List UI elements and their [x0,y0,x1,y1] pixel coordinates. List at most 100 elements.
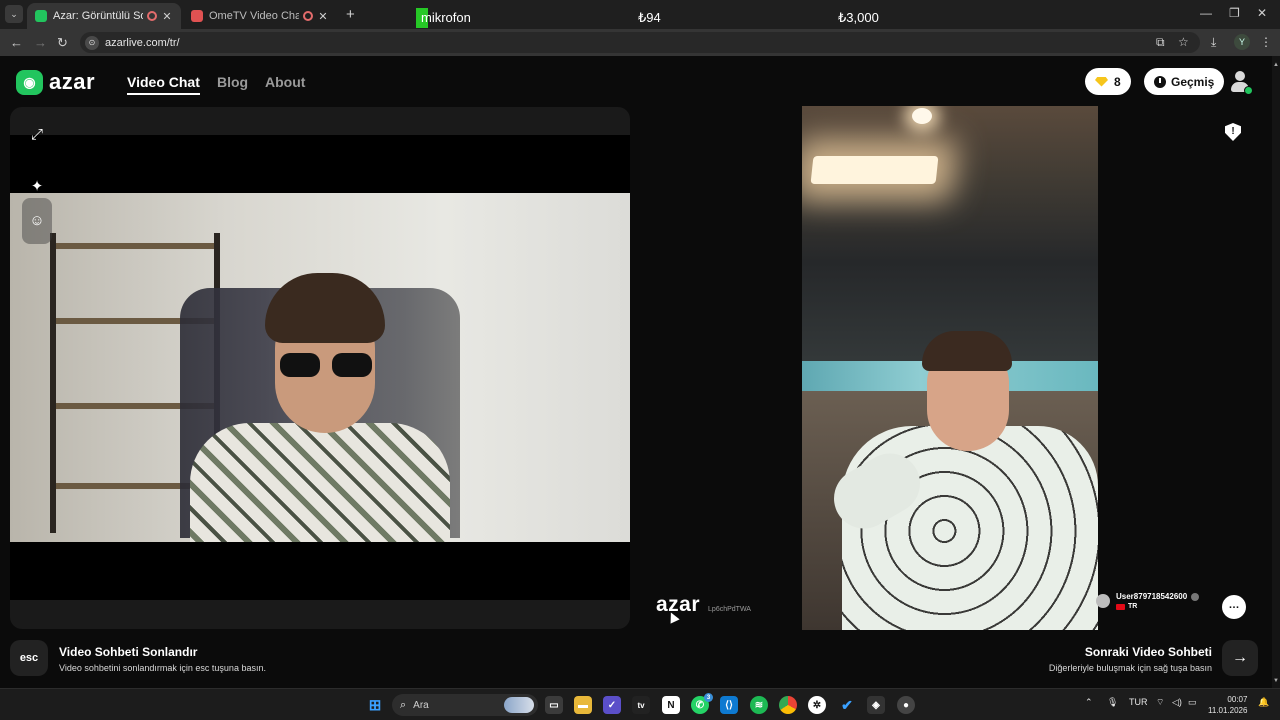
close-tab-icon[interactable]: ✕ [161,10,173,23]
close-window-icon[interactable]: ✕ [1257,6,1267,20]
overlay-stat-2: ₺3,000 [838,10,879,25]
battery-icon[interactable]: ▭ [1188,697,1197,708]
end-chat-esc-button[interactable]: esc [10,640,48,676]
download-icon[interactable]: ⤓ [1211,35,1216,50]
car-reading-light [912,108,932,124]
watermark-logo: azar [656,593,701,616]
chatgpt-icon[interactable]: ✲ [808,696,826,714]
search-highlight-image [504,697,534,713]
ometv-favicon-icon [191,10,203,22]
car-ceiling [802,106,1098,366]
partner-person [823,331,1098,630]
nav-blog[interactable]: Blog [217,74,248,90]
spotify-icon[interactable]: ≋ [750,696,768,714]
new-tab-button[interactable]: + [346,6,355,23]
tab-ometv[interactable]: OmeTV Video Chat — Ome ✕ [183,3,337,29]
sparkle-effects-icon[interactable]: ✦ [23,172,51,200]
recording-icon [303,11,313,21]
verified-badge-icon [1191,592,1200,601]
nav-about[interactable]: About [265,74,305,90]
notification-icon[interactable]: 🔔 [1258,697,1269,708]
tab-title: Azar: Görüntülü Sohbet & Y [53,10,143,22]
online-status-dot [1244,86,1253,95]
notion-icon[interactable]: N [662,696,680,714]
windows-start-icon[interactable]: ⊞ [366,696,384,714]
todo-icon[interactable]: ✔ [838,696,856,714]
partner-info[interactable]: User879718542600 TR [1096,592,1200,610]
forward-icon[interactable]: → [34,35,47,50]
whatsapp-badge: 3 [704,693,713,702]
obs-icon[interactable]: ● [897,696,915,714]
scroll-down-icon[interactable]: ▼ [1273,678,1279,684]
minimize-icon[interactable]: — [1200,6,1212,20]
gems-button[interactable]: 8 [1085,68,1131,95]
bookmark-star-icon[interactable]: ☆ [1178,35,1189,49]
nav-video-chat[interactable]: Video Chat [127,74,200,95]
task-view-icon[interactable]: ▭ [545,696,563,714]
clock-time: 00:07 [1227,695,1248,704]
search-placeholder: Ara [413,699,429,711]
url-text: azarlive.com/tr/ [105,36,180,49]
taskbar-clock[interactable]: 00:07 11.01.2026 [1208,694,1247,716]
self-video-feed [10,193,630,542]
self-person [180,273,460,542]
expand-icon[interactable]: ⤢ [23,120,51,148]
vscode-icon[interactable]: ⟨⟩ [720,696,738,714]
teams-icon[interactable]: ✓ [603,696,621,714]
history-button[interactable]: Geçmiş [1144,68,1225,95]
volume-icon[interactable]: ◁) [1172,697,1182,708]
file-explorer-icon[interactable]: ▬ [574,696,592,714]
turkey-flag-icon [1116,603,1125,610]
next-chat-title: Sonraki Video Sohbeti [1084,645,1212,659]
history-clock-icon [1154,75,1166,88]
end-chat-subtitle: Video sohbetini sonlandırmak için esc tu… [59,663,266,673]
language-indicator[interactable]: TUR [1129,697,1148,707]
next-chat-hint: Sonraki Video Sohbeti Diğerleriyle buluş… [1049,645,1212,673]
partner-avatar [1096,594,1110,608]
avatar-head [1235,71,1245,81]
report-shield-icon[interactable]: ! [1225,123,1241,141]
apple-tv-icon[interactable]: tv [632,696,650,714]
site-info-icon[interactable]: ⊙ [85,35,99,50]
chat-bubble-button[interactable]: … [1222,595,1246,619]
close-tab-icon[interactable]: ✕ [317,10,329,23]
azar-logo[interactable]: ◉ azar [16,69,95,95]
partner-hair [922,331,1012,371]
wifi-icon[interactable]: ⌔ [1156,697,1164,708]
microphone-icon[interactable]: 🎙 [1107,697,1118,708]
watermark-id: Lp6chPdTWA [708,606,751,613]
menu-kebab-icon[interactable]: ⋮ [1260,35,1272,49]
taskbar-search[interactable]: ⌕ Ara [392,694,538,716]
azar-favicon-icon [35,10,47,22]
url-field[interactable]: ⊙ azarlive.com/tr/ [80,32,1200,53]
reload-icon[interactable]: ↻ [57,35,68,51]
tab-title: OmeTV Video Chat — Ome [209,10,299,22]
recording-icon [147,11,157,21]
user-avatar[interactable] [1228,70,1253,95]
next-chat-arrow-button[interactable]: → [1222,640,1258,676]
next-chat-subtitle: Diğerleriyle buluşmak için sağ tuşa bası… [1048,663,1212,673]
person-hair [265,273,385,343]
back-icon[interactable]: ← [10,35,23,50]
mic-label: mikrofon [421,10,471,25]
search-icon: ⌕ [400,698,407,711]
whatsapp-icon[interactable]: ✆ 3 [691,693,713,714]
chrome-icon[interactable] [779,696,797,714]
scroll-up-icon[interactable]: ▲ [1273,62,1279,68]
tab-search-button[interactable]: ⌄ [5,5,23,23]
tab-azar[interactable]: Azar: Görüntülü Sohbet & Y ✕ [27,3,181,29]
install-app-icon[interactable]: ⧉ [1156,35,1165,50]
browser-profile-avatar[interactable]: Y [1234,34,1250,50]
end-chat-title: Video Sohbeti Sonlandır [59,645,198,659]
car-ceiling-light [810,156,939,184]
end-chat-hint: Video Sohbeti Sonlandır Video sohbetini … [59,645,266,673]
page-scrollbar[interactable]: ▲ ▼ [1272,56,1280,688]
partner-name-row: User879718542600 [1116,592,1200,601]
chat-icon: … [1228,599,1240,611]
gem-icon [1095,76,1108,87]
app-cube-icon[interactable]: ◈ [867,696,885,714]
face-filter-icon[interactable]: ☺ [23,206,51,234]
tray-chevron-icon[interactable]: ⌃ [1085,697,1093,708]
maximize-icon[interactable]: ❐ [1229,6,1240,20]
self-video-panel: ⤢ ✦ ☺ [10,107,630,629]
